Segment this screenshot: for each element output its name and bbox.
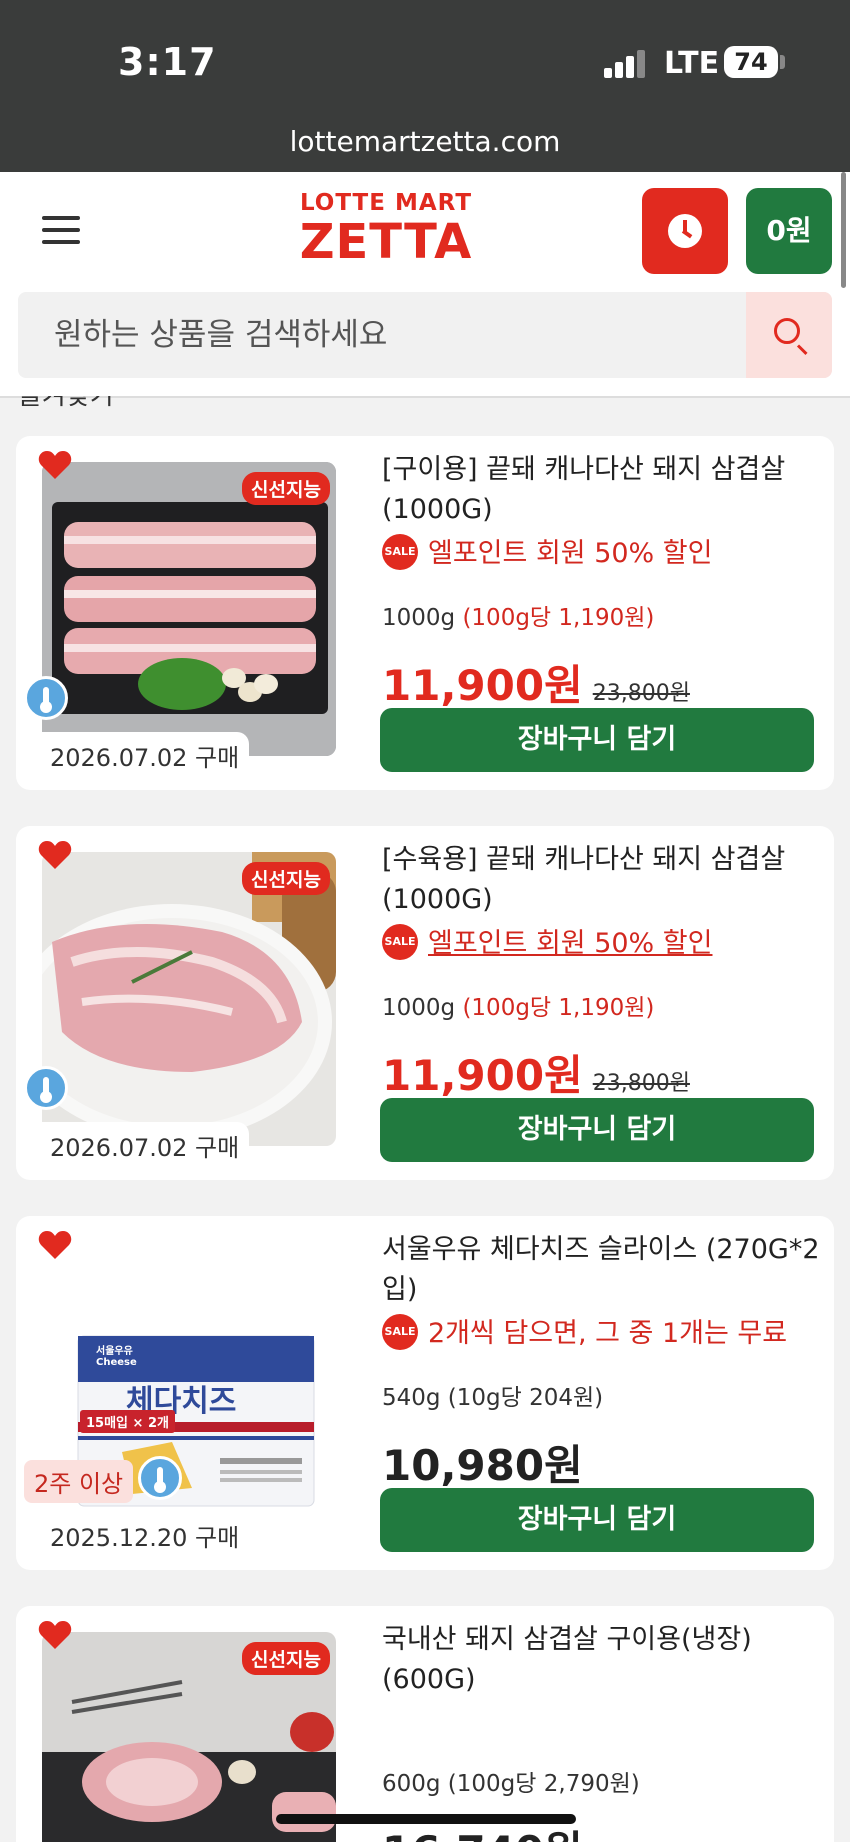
status-time: 3:17 [118,40,217,84]
purchase-date: 2026.07.02 구매 [32,732,250,777]
weight-info: 600g (100g당 2,790원) [382,1771,640,1797]
promo-text[interactable]: SALE 2개씩 담으면, 그 중 1개는 무료 [382,1313,788,1354]
site-header: LOTTE MART ZETTA 0원 [0,172,850,398]
product-card[interactable]: 신선지능 2026.07.02 구매 [구이용] 끝돼 캐나다산 돼지 삼겹살 … [16,436,834,790]
fresh-badge: 신선지능 [242,472,330,505]
network-label: LTE [664,46,720,81]
weight-info: 540g (10g당 204원) [382,1385,604,1411]
search-input[interactable] [18,292,746,378]
product-title[interactable]: 국내산 돼지 삼겹살 구이용(냉장) (600G) [382,1620,822,1700]
weight-info: 1000g (100g당 1,190원) [382,598,654,632]
battery-tip [780,55,785,69]
price: 11,900원 23,800원 [382,1042,690,1103]
promo-text[interactable]: SALE 엘포인트 회원 50% 할인 [382,923,713,964]
weight-info: 1000g (100g당 1,190원) [382,988,654,1022]
add-to-cart-button[interactable]: 장바구니 담기 [380,708,814,772]
package-brand: 서울우유 Cheese [96,1346,137,1368]
scrollbar[interactable] [841,172,846,288]
weeks-badge: 2주 이상 [24,1460,134,1503]
price: 11,900원 23,800원 [382,652,690,713]
favorite-heart-icon[interactable] [38,840,72,870]
favorite-heart-icon[interactable] [38,1230,72,1260]
original-price: 23,800원 [592,1071,690,1096]
fresh-badge: 신선지능 [242,862,330,895]
product-title[interactable]: [구이용] 끝돼 캐나다산 돼지 삼겹살 (1000G) [382,450,822,530]
promo-label: 2개씩 담으면, 그 중 1개는 무료 [428,1318,788,1349]
product-title[interactable]: 서울우유 체다치즈 슬라이스 (270G*2입) [382,1230,822,1310]
search-button[interactable] [746,292,832,378]
logo-top-text: LOTTE MART [299,190,473,216]
clock-icon [668,214,702,248]
cart-button[interactable]: 0원 [746,188,832,274]
header-divider [0,396,850,398]
logo[interactable]: LOTTE MART ZETTA [296,190,476,280]
promo-label: 엘포인트 회원 50% 할인 [428,928,713,959]
sale-badge-icon: SALE [382,533,418,570]
purchase-date: 2025.12.20 구매 [32,1512,250,1557]
promo-text[interactable]: SALE 엘포인트 회원 50% 할인 [382,533,713,574]
section-title: 즐겨찾기 [18,396,114,410]
sale-badge-icon: SALE [382,1313,418,1350]
battery-icon: 74 [724,46,778,78]
weight-value: 1000g [382,995,456,1021]
package-count: 15매입 × 2개 [80,1410,175,1433]
product-image[interactable] [42,462,336,756]
weight-value: 1000g [382,605,456,631]
search-bar [18,292,832,378]
promo-label: 엘포인트 회원 50% 할인 [428,538,713,569]
menu-icon[interactable] [42,216,80,244]
favorite-heart-icon[interactable] [38,1620,72,1650]
fresh-badge: 신선지능 [242,1642,330,1675]
signal-icon [604,48,648,78]
add-to-cart-button[interactable]: 장바구니 담기 [380,1488,814,1552]
sale-badge-icon: SALE [382,923,418,960]
search-icon [774,318,800,344]
add-to-cart-button[interactable]: 장바구니 담기 [380,1098,814,1162]
recent-orders-button[interactable] [642,188,728,274]
unit-price: (100g당 1,190원) [462,605,655,631]
home-indicator[interactable] [276,1814,576,1824]
product-card[interactable]: 신선지능 2026.07.02 구매 [수육용] 끝돼 캐나다산 돼지 삼겹살 … [16,826,834,1180]
status-bar: 3:17 LTE 74 [0,0,850,116]
thermometer-icon [24,1066,68,1110]
thermometer-icon [138,1456,182,1500]
product-card[interactable]: 신선지능 국내산 돼지 삼겹살 구이용(냉장) (600G) 600g (100… [16,1606,834,1842]
purchase-date: 2026.07.02 구매 [32,1122,250,1167]
product-title[interactable]: [수육용] 끝돼 캐나다산 돼지 삼겹살 (1000G) [382,840,822,920]
url-bar[interactable]: lottemartzetta.com [0,116,850,172]
logo-main-text: ZETTA [299,214,473,270]
unit-price: (100g당 1,190원) [462,995,655,1021]
sale-price: 11,900원 [382,1051,583,1100]
original-price: 23,800원 [592,681,690,706]
favorite-heart-icon[interactable] [38,450,72,480]
thermometer-icon [24,676,68,720]
sale-price: 10,980원 [382,1441,583,1490]
product-card[interactable]: 서울우유 Cheese 체다치즈 15매입 × 2개 2주 이상 2025.12… [16,1216,834,1570]
sale-price: 11,900원 [382,661,583,710]
product-image[interactable] [42,852,336,1146]
